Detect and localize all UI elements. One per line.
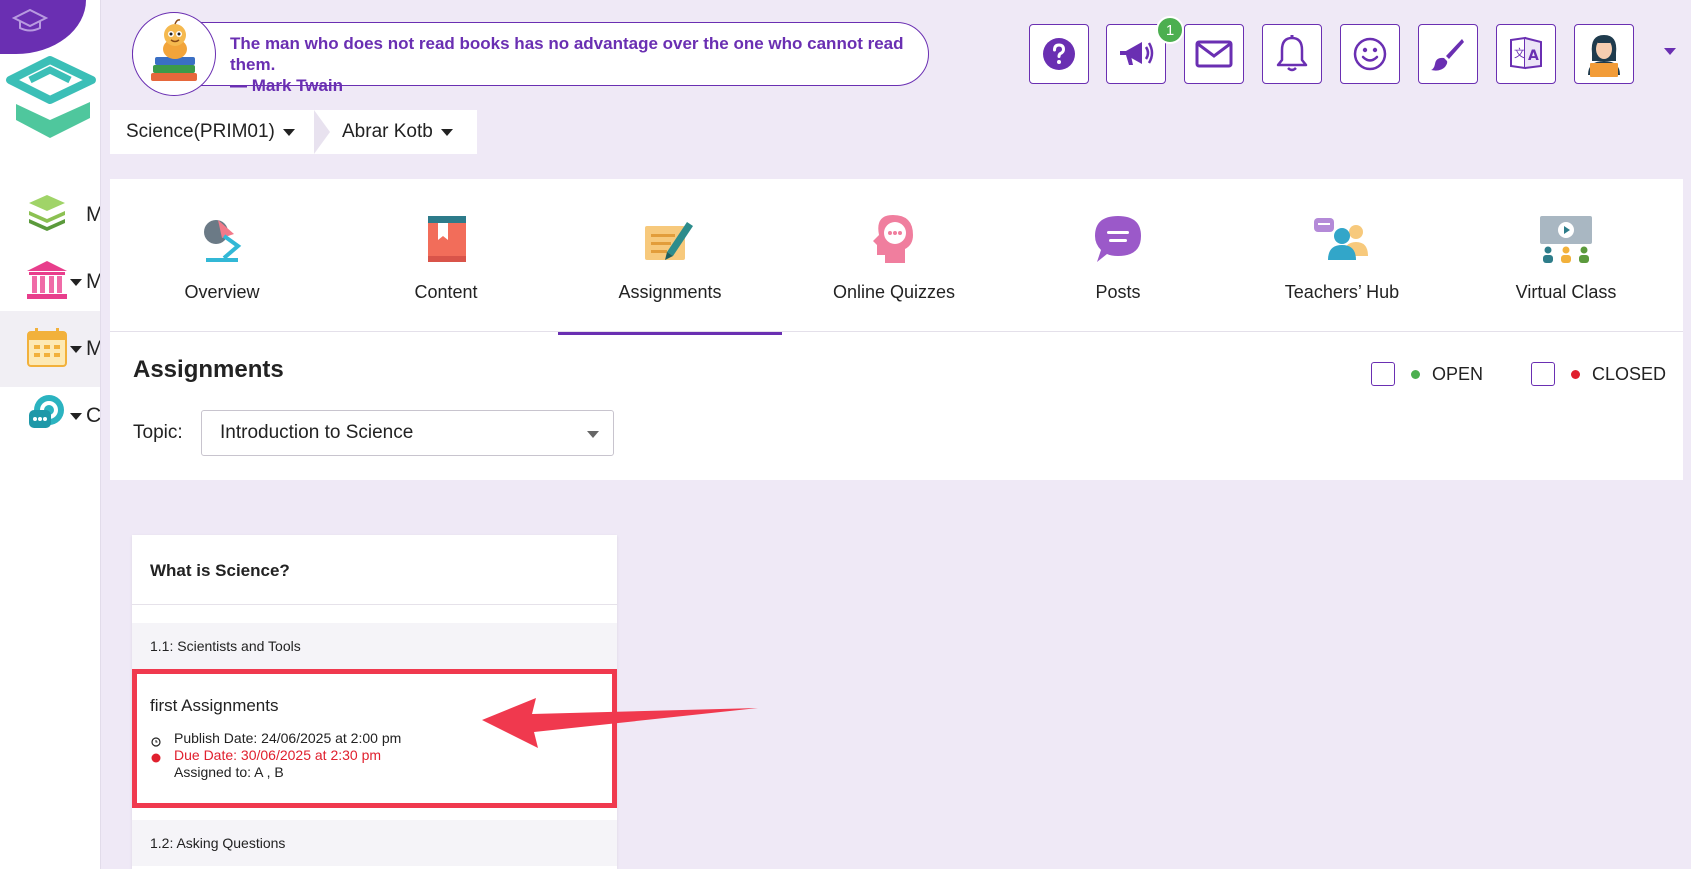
course-label: Science(PRIM01) bbox=[126, 121, 275, 142]
notifications-button[interactable] bbox=[1262, 24, 1322, 84]
sidebar-item-label: M bbox=[86, 337, 100, 361]
due-status-dot bbox=[151, 750, 161, 768]
due-date: Due Date: 30/06/2025 at 2:30 pm bbox=[174, 747, 382, 763]
quote-text: The man who does not read books has no a… bbox=[230, 33, 920, 96]
svg-text:A: A bbox=[1528, 48, 1539, 64]
feedback-button[interactable] bbox=[1340, 24, 1400, 84]
chevron-down-icon[interactable] bbox=[1664, 48, 1676, 55]
card-title: What is Science? bbox=[150, 561, 290, 580]
subtopic-header: 1.1: Scientists and Tools bbox=[132, 623, 617, 669]
chevron-down-icon bbox=[70, 278, 82, 286]
filter-closed[interactable]: CLOSED bbox=[1531, 362, 1666, 386]
divider bbox=[110, 331, 1683, 332]
chevron-down-icon bbox=[70, 412, 82, 420]
virtual-class-icon bbox=[1538, 212, 1594, 266]
tab-posts[interactable]: Posts bbox=[1006, 179, 1230, 331]
closed-label: CLOSED bbox=[1592, 363, 1667, 384]
sidebar-item-label: C bbox=[86, 404, 101, 427]
messages-button[interactable] bbox=[1184, 24, 1244, 84]
tab-label: Virtual Class bbox=[1515, 282, 1617, 302]
profile-avatar bbox=[1588, 35, 1620, 77]
bookworm-mascot-icon bbox=[132, 12, 216, 96]
chevron-down-icon bbox=[282, 128, 295, 136]
mail-icon bbox=[1195, 40, 1233, 68]
tab-label: Content bbox=[414, 282, 478, 302]
annotation-arrow-icon bbox=[482, 698, 758, 748]
overview-icon bbox=[198, 212, 246, 266]
course-dropdown[interactable]: Science(PRIM01) bbox=[110, 110, 314, 154]
page-title: Assignments bbox=[133, 356, 284, 383]
svg-text:文: 文 bbox=[1514, 46, 1525, 60]
chevron-down-icon bbox=[440, 128, 453, 136]
teacher-label: Abrar Kotb bbox=[342, 121, 433, 142]
help-icon bbox=[1043, 38, 1075, 70]
teacher-dropdown[interactable]: Abrar Kotb bbox=[314, 110, 477, 154]
sidebar-item-courses[interactable]: M bbox=[0, 177, 100, 253]
open-checkbox[interactable] bbox=[1371, 362, 1395, 386]
profile-button[interactable] bbox=[1574, 24, 1634, 84]
closed-status-dot bbox=[1571, 369, 1580, 379]
assignment-name[interactable]: first Assignments bbox=[150, 696, 279, 716]
people-icon bbox=[1312, 212, 1372, 266]
tab-label: Teachers’ Hub bbox=[1284, 282, 1400, 302]
help-button[interactable] bbox=[1029, 24, 1089, 84]
course-panel: Overview Content Assignments Online Quiz… bbox=[110, 179, 1683, 480]
tab-overview[interactable]: Overview bbox=[110, 179, 334, 331]
bell-icon bbox=[1276, 35, 1308, 72]
sidebar-item-label: M bbox=[86, 203, 100, 227]
brush-icon bbox=[1431, 39, 1464, 71]
quote-line: The man who does not read books has no a… bbox=[230, 34, 904, 74]
publish-date: Publish Date: 24/06/2025 at 2:00 pm bbox=[174, 730, 402, 746]
smiley-icon bbox=[1353, 37, 1387, 71]
institution-icon bbox=[27, 260, 67, 304]
filter-open[interactable]: OPEN bbox=[1371, 362, 1483, 386]
sidebar-item-chat[interactable]: C bbox=[0, 378, 101, 454]
assigned-to: Assigned to: A , B bbox=[174, 764, 284, 780]
announcements-badge: 1 bbox=[1156, 16, 1184, 44]
quiz-head-icon bbox=[871, 212, 917, 266]
tab-label: Overview bbox=[184, 282, 260, 302]
app-logo[interactable] bbox=[4, 54, 100, 149]
calendar-icon bbox=[27, 327, 67, 372]
tab-content[interactable]: Content bbox=[334, 179, 558, 331]
quote-author: — Mark Twain bbox=[230, 76, 344, 95]
topic-value: Introduction to Science bbox=[220, 422, 414, 443]
sidebar-item-institution[interactable]: M bbox=[0, 244, 100, 320]
topic-label: Topic: bbox=[133, 422, 183, 443]
speech-bubble-icon bbox=[1093, 212, 1143, 266]
chevron-down-icon bbox=[587, 431, 599, 438]
tab-label: Online Quizzes bbox=[832, 282, 956, 302]
language-button[interactable]: 文 A bbox=[1496, 24, 1556, 84]
book-icon bbox=[424, 212, 468, 266]
megaphone-icon bbox=[1120, 42, 1154, 65]
tab-label: Assignments bbox=[618, 282, 722, 302]
tab-assignments[interactable]: Assignments bbox=[558, 179, 782, 335]
translate-icon: 文 A bbox=[1510, 36, 1542, 70]
open-status-dot bbox=[1411, 369, 1420, 379]
topic-select[interactable]: Introduction to Science bbox=[201, 410, 614, 456]
graduation-cap-icon bbox=[11, 8, 49, 32]
sidebar: M M bbox=[0, 0, 101, 869]
theme-button[interactable] bbox=[1418, 24, 1478, 84]
assignment-icon bbox=[643, 212, 697, 266]
chevron-down-icon bbox=[70, 345, 82, 353]
open-label: OPEN bbox=[1432, 363, 1484, 384]
sidebar-item-label: M bbox=[86, 270, 100, 294]
books-icon bbox=[27, 194, 67, 236]
closed-checkbox[interactable] bbox=[1531, 362, 1555, 386]
tab-online-quizzes[interactable]: Online Quizzes bbox=[782, 179, 1006, 331]
sidebar-item-calendar[interactable]: M bbox=[0, 311, 100, 387]
chat-icon bbox=[27, 394, 67, 439]
sidebar-corner bbox=[0, 0, 86, 54]
tab-virtual-class[interactable]: Virtual Class bbox=[1454, 179, 1678, 331]
breadcrumb: Science(PRIM01) Abrar Kotb bbox=[110, 110, 477, 154]
tab-label: Posts bbox=[1095, 282, 1141, 302]
subtopic-header: 1.2: Asking Questions bbox=[132, 820, 617, 866]
tab-teachers-hub[interactable]: Teachers’ Hub bbox=[1230, 179, 1454, 331]
divider bbox=[132, 604, 617, 605]
